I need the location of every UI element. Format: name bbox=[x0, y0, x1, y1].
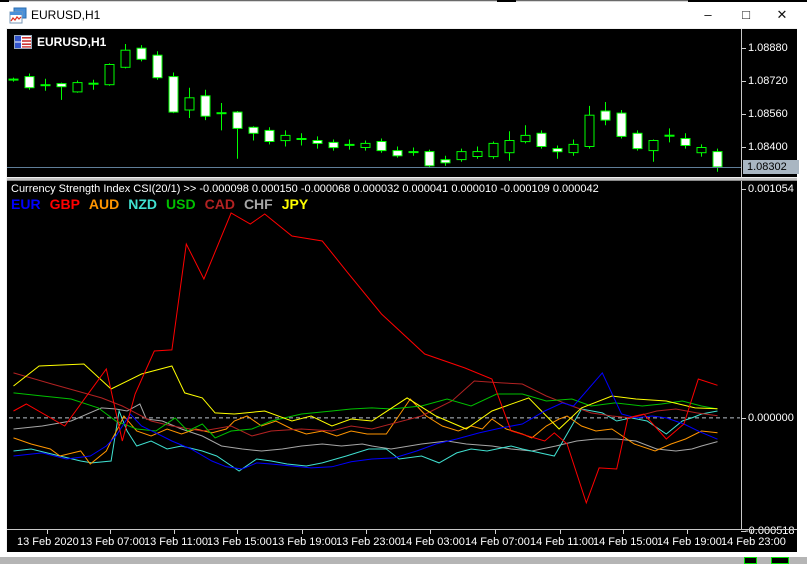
time-tick-label: 13 Feb 07:00 bbox=[80, 536, 145, 548]
symbol-grid-icon bbox=[14, 35, 32, 49]
window-title: EURUSD,H1 bbox=[31, 8, 100, 22]
background-candle-fragment bbox=[744, 557, 757, 564]
csi-line-jpy bbox=[14, 364, 718, 429]
time-tick bbox=[430, 530, 431, 534]
time-tick bbox=[366, 530, 367, 534]
time-tick-label: 13 Feb 15:00 bbox=[207, 536, 272, 548]
time-tick-label: 13 Feb 11:00 bbox=[144, 536, 208, 548]
time-tick bbox=[687, 530, 688, 534]
indicator-tick bbox=[741, 418, 746, 419]
indicator-tick bbox=[741, 189, 746, 190]
legend-item-chf: CHF bbox=[244, 196, 273, 212]
time-tick bbox=[495, 530, 496, 534]
chart-window-icon bbox=[9, 7, 27, 24]
price-tick-label: 1.08880 bbox=[748, 42, 788, 54]
window-titlebar[interactable]: EURUSD,H1 – □ ✕ bbox=[0, 2, 807, 28]
legend-item-nzd: NZD bbox=[128, 196, 157, 212]
indicator-tick-label: 0.001054 bbox=[748, 183, 794, 195]
bid-price-badge: 1.08302 bbox=[743, 160, 799, 174]
currency-legend: EUR GBP AUD NZD USD CAD CHF JPY bbox=[11, 196, 317, 212]
symbol-label: EURUSD,H1 bbox=[37, 35, 106, 49]
legend-item-usd: USD bbox=[166, 196, 196, 212]
indicator-tick-label: 0.000000 bbox=[748, 412, 794, 424]
time-tick-label: 14 Feb 07:00 bbox=[465, 536, 530, 548]
time-tick-label: 14 Feb 23:00 bbox=[721, 536, 786, 548]
maximize-button[interactable]: □ bbox=[733, 5, 759, 25]
time-tick-label: 14 Feb 03:00 bbox=[400, 536, 465, 548]
time-tick-label: 13 Feb 2020 bbox=[17, 536, 79, 548]
time-axis-border bbox=[7, 529, 797, 530]
price-tick-label: 1.08400 bbox=[748, 141, 788, 153]
minimize-button[interactable]: – bbox=[695, 5, 721, 25]
bid-price-line bbox=[7, 167, 741, 168]
time-tick bbox=[302, 530, 303, 534]
time-tick bbox=[623, 530, 624, 534]
csi-line-eur bbox=[14, 373, 718, 469]
price-tick-label: 1.08560 bbox=[748, 108, 788, 120]
time-tick bbox=[174, 530, 175, 534]
time-tick-label: 14 Feb 11:00 bbox=[530, 536, 594, 548]
time-tick-label: 13 Feb 23:00 bbox=[336, 536, 401, 548]
time-tick bbox=[47, 530, 48, 534]
indicator-pane[interactable] bbox=[7, 181, 741, 529]
time-tick bbox=[751, 530, 752, 534]
time-tick-label: 14 Feb 19:00 bbox=[657, 536, 722, 548]
background-candle-fragment bbox=[771, 557, 789, 564]
screenshot-root: EURUSD,H1 – □ ✕ EURUSD,H1 1.08880 1.08720… bbox=[0, 0, 807, 564]
legend-item-jpy: JPY bbox=[282, 196, 308, 212]
background-window-edge bbox=[0, 0, 807, 1]
background-window-strip bbox=[0, 557, 807, 564]
legend-item-gbp: GBP bbox=[50, 196, 80, 212]
price-chart-pane[interactable] bbox=[7, 29, 741, 177]
chart-content: EURUSD,H1 1.08880 1.08720 1.08560 1.08400 1.… bbox=[6, 28, 797, 552]
legend-item-eur: EUR bbox=[11, 196, 41, 212]
time-tick bbox=[110, 530, 111, 534]
time-tick bbox=[560, 530, 561, 534]
chart-window: EURUSD,H1 – □ ✕ EURUSD,H1 1.08880 1.08720… bbox=[0, 2, 807, 557]
axis-border-line bbox=[741, 29, 742, 529]
legend-item-cad: CAD bbox=[205, 196, 235, 212]
price-tick-label: 1.08720 bbox=[748, 75, 788, 87]
close-button[interactable]: ✕ bbox=[769, 5, 795, 25]
time-tick-label: 13 Feb 19:00 bbox=[272, 536, 337, 548]
csi-line-nzd bbox=[14, 409, 718, 471]
legend-item-aud: AUD bbox=[89, 196, 119, 212]
time-tick bbox=[237, 530, 238, 534]
indicator-header: Currency Strength Index CSI(20/1) >> -0.… bbox=[11, 183, 599, 195]
time-tick-label: 14 Feb 15:00 bbox=[593, 536, 658, 548]
